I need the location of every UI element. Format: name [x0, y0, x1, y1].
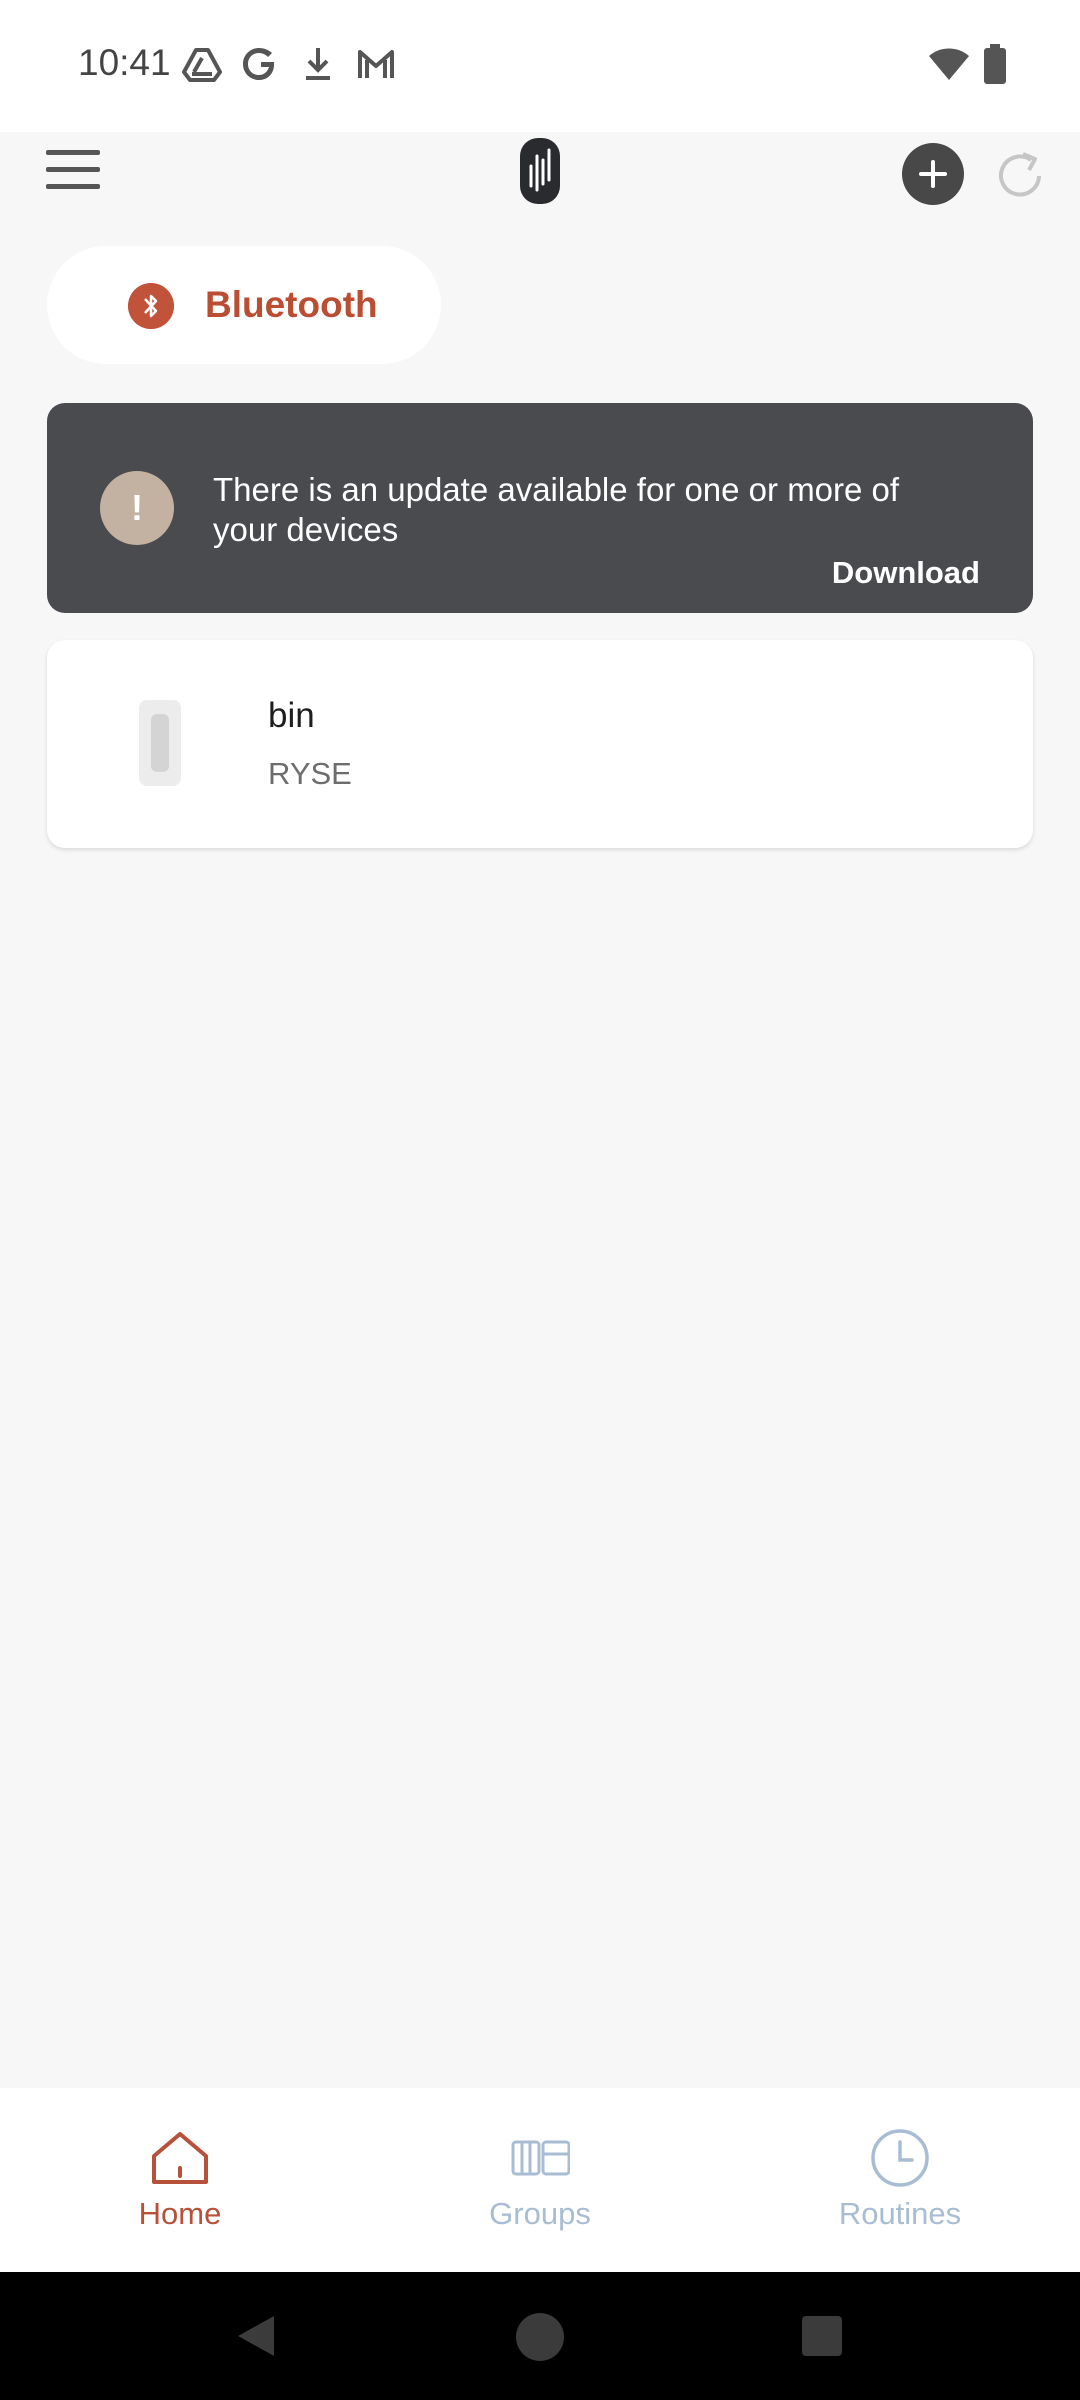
recents-icon[interactable] [802, 2316, 842, 2356]
wifi-icon [929, 48, 969, 80]
nav-groups[interactable]: Groups [360, 2088, 720, 2272]
add-device-button[interactable] [902, 143, 964, 205]
nav-home-label: Home [138, 2196, 222, 2231]
hamburger-menu-icon [46, 150, 100, 155]
menu-button[interactable] [46, 150, 100, 194]
shade-device-icon [139, 700, 181, 786]
bluetooth-icon [128, 283, 174, 329]
download-icon [306, 48, 330, 80]
drive-icon [182, 48, 222, 82]
device-brand: RYSE [268, 756, 352, 791]
clock-icon [871, 2129, 929, 2187]
battery-icon [984, 44, 1006, 84]
nav-routines-label: Routines [838, 2196, 962, 2231]
status-time: 10:41 [78, 42, 171, 83]
update-message: There is an update available for one or … [213, 471, 900, 548]
bottom-navigation: Home Groups Routines [0, 2088, 1080, 2272]
nav-home[interactable]: Home [0, 2088, 360, 2272]
home-icon [152, 2132, 208, 2184]
ryse-logo-icon [520, 138, 560, 204]
bluetooth-connection-chip[interactable]: Bluetooth [47, 246, 441, 364]
status-bar: 10:41 [0, 0, 1080, 132]
nav-routines[interactable]: Routines [720, 2088, 1080, 2272]
refresh-icon[interactable] [995, 148, 1045, 200]
groups-icon [511, 2140, 570, 2176]
nav-groups-label: Groups [489, 2196, 591, 2231]
gmail-icon [358, 50, 394, 78]
google-icon [243, 48, 275, 80]
device-name: bin [268, 696, 315, 735]
connection-label: Bluetooth [205, 284, 378, 325]
back-icon[interactable] [234, 2314, 278, 2358]
download-button[interactable]: Download [832, 555, 980, 591]
update-banner: ! There is an update available for one o… [47, 403, 1033, 613]
system-navigation-bar [0, 2272, 1080, 2400]
exclamation-icon: ! [100, 471, 174, 545]
device-card[interactable]: bin RYSE [47, 640, 1033, 848]
home-circle-icon[interactable] [516, 2313, 564, 2361]
